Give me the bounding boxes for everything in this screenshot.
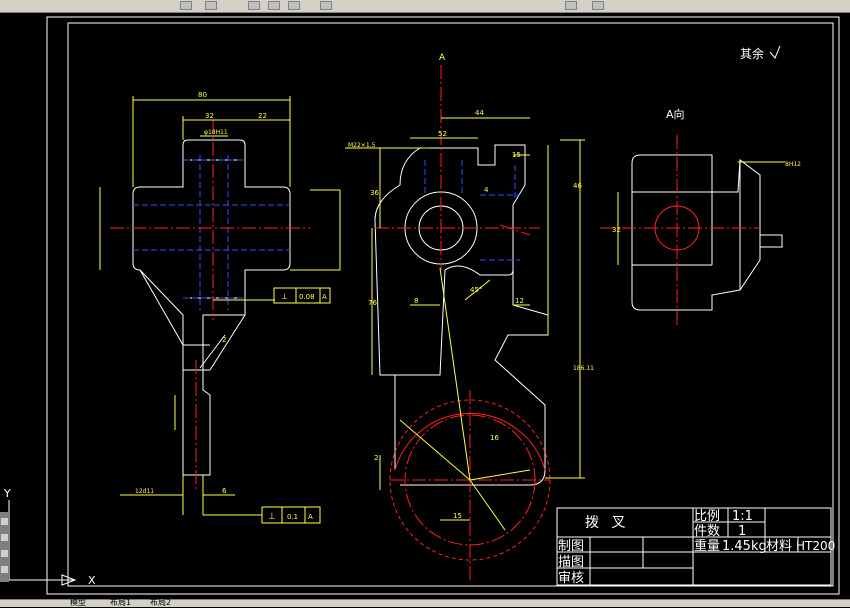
dim-2: 2 (222, 336, 226, 344)
drawn-label: 制图 (558, 539, 584, 554)
dim-6: 6 (222, 487, 227, 495)
dim-12: 12 (515, 297, 524, 305)
scale-value: 1:1 (732, 509, 753, 524)
dim-16: 16 (490, 434, 499, 442)
front-view (374, 144, 549, 486)
checked-label: 审核 (558, 571, 584, 586)
qty-label: 件数 (694, 524, 720, 539)
view-label: A向 (666, 107, 685, 121)
dim-22: 22 (258, 112, 267, 120)
tool-button-2[interactable] (1, 534, 8, 541)
roughness-note: 其余 (740, 46, 764, 61)
qty-value: 1 (738, 524, 746, 539)
dim-12d11: 12d11 (135, 488, 154, 495)
tol1-datum: A (322, 293, 327, 301)
front-dimensions (345, 117, 585, 531)
dim-15: 15 (512, 151, 521, 159)
tol2-symbol: ⊥ (268, 512, 276, 522)
dim-4: 4 (484, 186, 489, 194)
dim-46: 46 (573, 182, 582, 190)
dim-44: 44 (475, 109, 484, 117)
dim-45: 45° (470, 286, 482, 294)
dim-2b: 2 (374, 454, 378, 462)
dim-18h11: φ18H11 (204, 129, 228, 136)
tol1-value: 0.08 (299, 293, 315, 301)
ucs-icon (8, 500, 77, 586)
save-icon[interactable] (180, 1, 192, 10)
material-label: 材料 (766, 539, 792, 554)
dim-15m: 15 (453, 512, 462, 520)
dim-80: 80 (198, 91, 207, 99)
front-center-lines (375, 65, 551, 580)
tool-button-3[interactable] (1, 550, 8, 557)
zoom-icon[interactable] (288, 1, 300, 10)
dim-52: 52 (438, 130, 447, 138)
print-icon[interactable] (205, 1, 217, 10)
dim-186: 186.11 (573, 365, 594, 372)
ucs-x-label: X (88, 574, 96, 587)
linetype-icon[interactable] (565, 1, 577, 10)
color-icon[interactable] (320, 1, 332, 10)
section-label-a: A (439, 53, 446, 63)
tol1-symbol: ⊥ (281, 292, 288, 301)
tool-button-4[interactable] (1, 566, 8, 573)
lineweight-icon[interactable] (592, 1, 604, 10)
dim-8h12: 8H12 (785, 161, 801, 168)
drawing-svg: 其余 80 32 22 φ18H11 12d11 6 2 ⊥ 0.08 A ⊥ … (3, 16, 840, 595)
left-dim-labels: 80 32 22 φ18H11 12d11 6 2 ⊥ 0.08 A ⊥ 0.1… (135, 91, 327, 522)
ucs-y-label: Y (3, 487, 11, 500)
tool-button-1[interactable] (1, 518, 8, 525)
tab-model[interactable]: 模型 (70, 597, 86, 608)
drawing-canvas[interactable]: 其余 80 32 22 φ18H11 12d11 6 2 ⊥ 0.08 A ⊥ … (0, 13, 850, 600)
dim-76: 76 (368, 299, 377, 307)
tol2-value: 0.1 (287, 513, 298, 521)
dim-8: 8 (414, 297, 418, 305)
weight-value: 1.45kg (722, 539, 767, 554)
tab-layout2[interactable]: 布局2 (150, 597, 171, 608)
left-view (132, 139, 291, 476)
tab-layout1[interactable]: 布局1 (110, 597, 131, 608)
dim-32b: 32 (612, 226, 621, 234)
roughness-symbol-icon (769, 45, 781, 59)
tol2-datum: A (308, 513, 313, 521)
properties-icon[interactable] (268, 1, 280, 10)
a-view-center-lines (600, 135, 760, 325)
scale-label: 比例 (694, 509, 720, 524)
toolbar (0, 0, 850, 13)
layer-icon[interactable] (248, 1, 260, 10)
weight-label: 重量 (694, 538, 720, 554)
material-value: HT200 (796, 539, 835, 553)
a-view (631, 154, 783, 311)
title-block-text: 拨 叉 比例 1:1 件数 1 重量 1.45kg 材料 HT200 制图 描图… (558, 509, 835, 586)
front-dim-labels: A 44 52 M22×1.5 15 36 46 4 8 12 76 186.1… (348, 53, 594, 520)
designed-label: 描图 (558, 555, 584, 570)
part-name: 拨 叉 (585, 515, 629, 531)
dim-m22: M22×1.5 (348, 142, 376, 149)
left-tool-strip (0, 512, 9, 582)
dim-32: 32 (205, 112, 214, 120)
dim-36: 36 (370, 189, 379, 197)
